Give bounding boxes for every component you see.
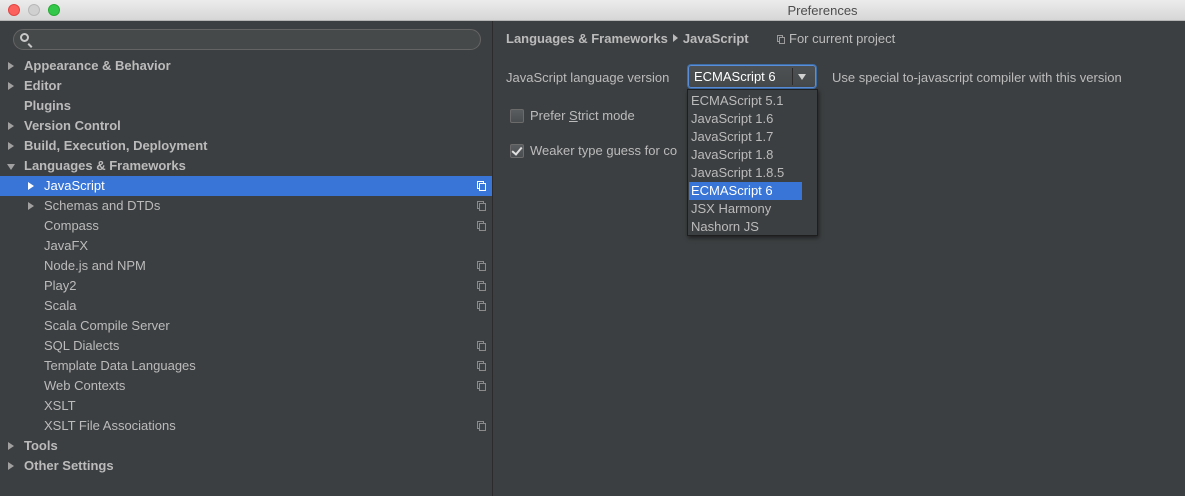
tree-item[interactable]: Editor: [0, 76, 492, 96]
tree-item[interactable]: XSLT File Associations: [0, 416, 492, 436]
project-scope-icon: [477, 261, 486, 271]
tree-item[interactable]: JavaScript: [0, 176, 492, 196]
language-version-value: ECMAScript 6: [694, 69, 776, 84]
tree-item[interactable]: Tools: [0, 436, 492, 456]
settings-search[interactable]: [13, 29, 481, 50]
tree-item[interactable]: Schemas and DTDs: [0, 196, 492, 216]
title-bar: Preferences: [0, 0, 1185, 21]
select-divider: [792, 68, 793, 85]
expand-arrow-right-icon[interactable]: [8, 462, 14, 470]
chevron-down-icon[interactable]: [798, 74, 806, 80]
tree-item-label: JavaScript: [44, 178, 105, 193]
dropdown-option[interactable]: JavaScript 1.8.5: [689, 164, 802, 182]
settings-tree: Appearance & Behavior Editor Plugins Versio…: [0, 56, 492, 476]
tree-item-label: Plugins: [24, 98, 71, 113]
weaker-type-guess-checkbox[interactable]: [510, 144, 524, 158]
tree-item[interactable]: Version Control: [0, 116, 492, 136]
tree-item-label: Schemas and DTDs: [44, 198, 161, 213]
project-scope-icon: [477, 421, 486, 431]
tree-item-label: Build, Execution, Deployment: [24, 138, 208, 153]
dropdown-option[interactable]: ECMAScript 6: [689, 182, 802, 200]
tree-item-label: Editor: [24, 78, 62, 93]
tree-item[interactable]: Play2: [0, 276, 492, 296]
weaker-type-guess-label[interactable]: Weaker type guess for co: [530, 143, 688, 158]
breadcrumb-current: JavaScript: [682, 31, 749, 46]
strict-label-prefix: Prefer: [530, 108, 570, 123]
strict-label-mnemonic: S: [569, 108, 578, 123]
tree-item-label: Web Contexts: [44, 378, 126, 393]
tree-item[interactable]: Web Contexts: [0, 376, 492, 396]
tree-item[interactable]: XSLT: [0, 396, 492, 416]
scope-label: For current project: [789, 31, 896, 46]
tree-item[interactable]: Template Data Languages: [0, 356, 492, 376]
tree-item[interactable]: Node.js and NPM: [0, 256, 492, 276]
search-icon: [20, 33, 29, 42]
prefer-strict-mode-checkbox[interactable]: [510, 109, 524, 123]
tree-item-label: Languages & Frameworks: [24, 158, 186, 173]
tree-item-label: Other Settings: [24, 458, 114, 473]
project-scope-icon: [477, 201, 486, 211]
tree-item-label: SQL Dialects: [44, 338, 120, 353]
project-scope-icon: [777, 35, 785, 44]
tree-item-label: Node.js and NPM: [44, 258, 146, 273]
tree-item-label: Scala Compile Server: [44, 318, 170, 333]
language-version-label: JavaScript language version: [506, 70, 670, 85]
expand-arrow-right-icon[interactable]: [8, 142, 14, 150]
tree-item[interactable]: Other Settings: [0, 456, 492, 476]
expand-arrow-right-icon[interactable]: [28, 182, 34, 190]
tree-item-label: XSLT File Associations: [44, 418, 176, 433]
project-scope-icon: [477, 181, 486, 191]
project-scope-icon: [477, 221, 486, 231]
tree-item-label: Appearance & Behavior: [24, 58, 171, 73]
expand-arrow-right-icon[interactable]: [8, 122, 14, 130]
dropdown-option[interactable]: ECMAScript 5.1: [689, 92, 802, 110]
dropdown-option[interactable]: JavaScript 1.6: [689, 110, 802, 128]
prefer-strict-mode-label[interactable]: Prefer Strict mode: [530, 108, 635, 123]
expand-arrow-right-icon[interactable]: [8, 82, 14, 90]
tree-item-label: Version Control: [24, 118, 121, 133]
dropdown-option[interactable]: Nashorn JS: [689, 218, 802, 236]
tree-item[interactable]: Scala Compile Server: [0, 316, 492, 336]
project-scope-icon: [477, 381, 486, 391]
settings-content: Languages & Frameworks JavaScript For cur…: [494, 21, 1185, 496]
tree-item[interactable]: Build, Execution, Deployment: [0, 136, 492, 156]
project-scope-icon: [477, 281, 486, 291]
project-scope-icon: [477, 301, 486, 311]
project-scope-icon: [477, 341, 486, 351]
tree-item-label: Play2: [44, 278, 77, 293]
language-version-dropdown: ECMAScript 5.1 JavaScript 1.6 JavaScript 1…: [687, 89, 818, 236]
breadcrumb-separator-icon: [672, 34, 678, 42]
tree-item[interactable]: Plugins: [0, 96, 492, 116]
tree-item[interactable]: Appearance & Behavior: [0, 56, 492, 76]
dropdown-option[interactable]: JavaScript 1.7: [689, 128, 802, 146]
dropdown-option[interactable]: JSX Harmony: [689, 200, 802, 218]
tree-item-label: Scala: [44, 298, 77, 313]
tree-item-label: Template Data Languages: [44, 358, 196, 373]
checkmark-icon: [511, 144, 523, 156]
expand-arrow-right-icon[interactable]: [28, 202, 34, 210]
settings-sidebar: Appearance & Behavior Editor Plugins Versio…: [0, 21, 493, 496]
dropdown-option[interactable]: JavaScript 1.8: [689, 146, 802, 164]
tree-item[interactable]: Languages & Frameworks: [0, 156, 492, 176]
tree-item[interactable]: Scala: [0, 296, 492, 316]
tree-item-label: XSLT: [44, 398, 76, 413]
scope-indicator: For current project: [777, 31, 895, 46]
expand-arrow-right-icon[interactable]: [8, 442, 14, 450]
strict-label-suffix: trict mode: [577, 108, 635, 123]
tree-item[interactable]: SQL Dialects: [0, 336, 492, 356]
window-title: Preferences: [787, 3, 858, 18]
project-scope-icon: [477, 361, 486, 371]
search-input[interactable]: [36, 31, 470, 50]
tree-item-label: JavaFX: [44, 238, 89, 253]
breadcrumb: Languages & Frameworks JavaScript: [506, 31, 749, 46]
tree-item[interactable]: JavaFX: [0, 236, 492, 256]
compiler-note: Use special to-javascript compiler with …: [832, 70, 1122, 85]
breadcrumb-parent: Languages & Frameworks: [506, 31, 668, 46]
expand-arrow-down-icon[interactable]: [7, 164, 15, 170]
tree-item-label: Tools: [24, 438, 58, 453]
expand-arrow-right-icon[interactable]: [8, 62, 14, 70]
language-version-select[interactable]: ECMAScript 6: [688, 65, 816, 88]
tree-item-label: Compass: [44, 218, 99, 233]
tree-item[interactable]: Compass: [0, 216, 492, 236]
